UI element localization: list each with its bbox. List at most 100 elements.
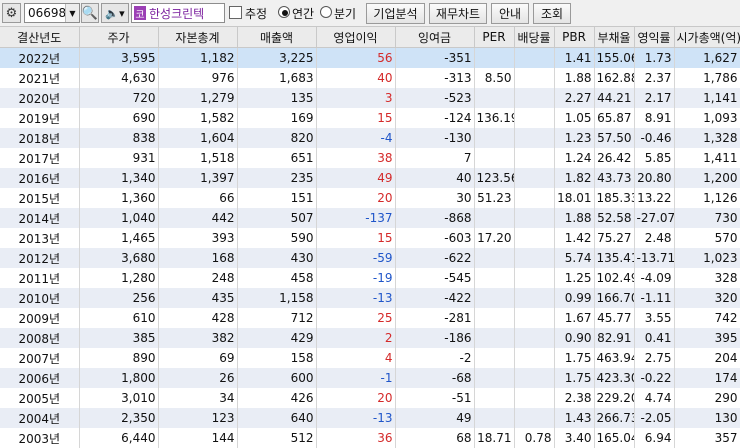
column-header[interactable]: 자본총계 — [158, 27, 237, 48]
table-row[interactable]: 2015년1,36066151203051.2318.01185.3313.22… — [0, 188, 740, 208]
table-cell: -13 — [316, 408, 395, 428]
market-badge: 코 — [134, 6, 146, 20]
table-cell: -27.07 — [634, 208, 674, 228]
table-cell: 40 — [395, 168, 474, 188]
table-cell: 5.74 — [554, 248, 594, 268]
table-cell: 423.30 — [594, 368, 634, 388]
table-row[interactable]: 2005년3,0103442620-512.38229.204.74290 — [0, 388, 740, 408]
stock-code-combobox[interactable]: 066980 ▼ — [24, 3, 80, 23]
table-cell: 204 — [674, 348, 740, 368]
chevron-down-icon[interactable]: ▼ — [65, 4, 79, 22]
table-cell: 136.19 — [474, 108, 514, 128]
table-cell: 1.67 — [554, 308, 594, 328]
financial-chart-button[interactable]: 재무차트 — [429, 3, 487, 24]
table-row[interactable]: 2019년6901,58216915-124136.191.0565.878.9… — [0, 108, 740, 128]
column-header[interactable]: 주가 — [79, 27, 158, 48]
column-header[interactable]: PER — [474, 27, 514, 48]
table-cell: -313 — [395, 68, 474, 88]
company-analysis-button[interactable]: 기업분석 — [366, 3, 425, 24]
table-cell: 320 — [674, 288, 740, 308]
table-row[interactable]: 2007년890691584-21.75463.942.75204 — [0, 348, 740, 368]
table-cell-year: 2013년 — [0, 228, 79, 248]
table-cell — [514, 48, 554, 69]
table-cell: 442 — [158, 208, 237, 228]
column-header[interactable]: 시가총액(억) — [674, 27, 740, 48]
table-cell: 1,340 — [79, 168, 158, 188]
guide-button[interactable]: 안내 — [491, 3, 529, 24]
table-cell: 256 — [79, 288, 158, 308]
table-cell: 135.41 — [594, 248, 634, 268]
table-cell: 248 — [158, 268, 237, 288]
table-row[interactable]: 2009년61042871225-2811.6745.773.55742 — [0, 308, 740, 328]
table-cell: -0.22 — [634, 368, 674, 388]
table-cell: -124 — [395, 108, 474, 128]
table-cell: 57.50 — [594, 128, 634, 148]
table-cell: 20 — [316, 188, 395, 208]
table-cell: 507 — [237, 208, 316, 228]
table-row[interactable]: 2004년2,350123640-13491.43266.73-2.05130 — [0, 408, 740, 428]
table-cell: 266.73 — [594, 408, 634, 428]
table-cell: 1.88 — [554, 68, 594, 88]
table-row[interactable]: 2008년3853824292-1860.9082.910.41395 — [0, 328, 740, 348]
column-header[interactable]: 부채율 — [594, 27, 634, 48]
settings-gear-icon[interactable]: ⚙ — [2, 3, 21, 23]
table-row[interactable]: 2021년4,6309761,68340-3138.501.88162.882.… — [0, 68, 740, 88]
table-cell: 838 — [79, 128, 158, 148]
table-cell — [514, 368, 554, 388]
table-cell: -130 — [395, 128, 474, 148]
table-row[interactable]: 2022년3,5951,1823,22556-3511.41155.061.73… — [0, 48, 740, 69]
table-cell: 17.20 — [474, 228, 514, 248]
column-header[interactable]: 영업이익 — [316, 27, 395, 48]
table-cell: 3,595 — [79, 48, 158, 69]
column-header[interactable]: 결산년도 — [0, 27, 79, 48]
table-row[interactable]: 2016년1,3401,3972354940123.561.8243.7320.… — [0, 168, 740, 188]
search-icon[interactable]: 🔍 — [81, 3, 99, 23]
table-row[interactable]: 2012년3,680168430-59-6225.74135.41-13.711… — [0, 248, 740, 268]
table-cell: 1.41 — [554, 48, 594, 69]
column-header[interactable]: 영익률 — [634, 27, 674, 48]
table-cell: 6,440 — [79, 428, 158, 448]
table-cell — [514, 168, 554, 188]
lookup-button[interactable]: 조회 — [533, 3, 571, 24]
table-cell-year: 2009년 — [0, 308, 79, 328]
table-cell — [514, 128, 554, 148]
table-cell: 1,786 — [674, 68, 740, 88]
column-header[interactable]: 매출액 — [237, 27, 316, 48]
estimate-checkbox[interactable] — [229, 6, 242, 19]
table-row[interactable]: 2014년1,040442507-137-8681.8852.58-27.077… — [0, 208, 740, 228]
table-cell: 1,279 — [158, 88, 237, 108]
table-row[interactable]: 2003년6,440144512366818.710.783.40165.046… — [0, 428, 740, 448]
table-cell — [474, 348, 514, 368]
table-cell: 135 — [237, 88, 316, 108]
table-row[interactable]: 2010년2564351,158-13-4220.99166.70-1.1132… — [0, 288, 740, 308]
table-cell: 166.70 — [594, 288, 634, 308]
company-name-field[interactable]: 코 한성크린텍 — [131, 3, 225, 23]
column-header[interactable]: 잉여금 — [395, 27, 474, 48]
speaker-icon[interactable]: 🔈▾ — [101, 3, 129, 23]
table-cell: 426 — [237, 388, 316, 408]
quarterly-radio[interactable] — [320, 6, 332, 18]
table-cell: 69 — [158, 348, 237, 368]
table-cell: 45.77 — [594, 308, 634, 328]
table-cell — [474, 148, 514, 168]
column-header[interactable]: 배당률 — [514, 27, 554, 48]
table-cell: 1,023 — [674, 248, 740, 268]
table-row[interactable]: 2011년1,280248458-19-5451.25102.49-4.0932… — [0, 268, 740, 288]
table-cell: 712 — [237, 308, 316, 328]
table-cell: 34 — [158, 388, 237, 408]
table-row[interactable]: 2017년9311,5186513871.2426.425.851,411 — [0, 148, 740, 168]
table-cell-year: 2016년 — [0, 168, 79, 188]
table-row[interactable]: 2006년1,80026600-1-681.75423.30-0.22174 — [0, 368, 740, 388]
table-cell — [514, 288, 554, 308]
annual-radio[interactable] — [278, 6, 290, 18]
table-cell: 36 — [316, 428, 395, 448]
column-header[interactable]: PBR — [554, 27, 594, 48]
table-row[interactable]: 2013년1,46539359015-60317.201.4275.272.48… — [0, 228, 740, 248]
table-cell: 3,225 — [237, 48, 316, 69]
table-row[interactable]: 2020년7201,2791353-5232.2744.212.171,141 — [0, 88, 740, 108]
table-cell: 820 — [237, 128, 316, 148]
table-cell: 430 — [237, 248, 316, 268]
table-cell-year: 2004년 — [0, 408, 79, 428]
table-cell — [474, 388, 514, 408]
table-row[interactable]: 2018년8381,604820-4-1301.2357.50-0.461,32… — [0, 128, 740, 148]
